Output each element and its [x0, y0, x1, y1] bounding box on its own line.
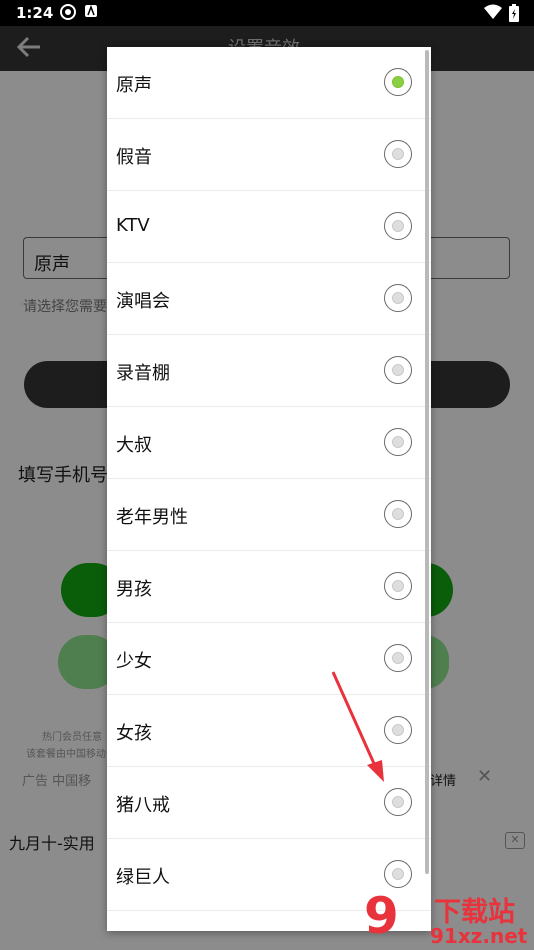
watermark-logo-icon: 9: [364, 887, 399, 945]
annotation-arrow-icon: [331, 671, 384, 782]
site-watermark: 9 下载站 91xz.net: [364, 888, 534, 950]
watermark-url: 91xz.net: [430, 924, 528, 948]
